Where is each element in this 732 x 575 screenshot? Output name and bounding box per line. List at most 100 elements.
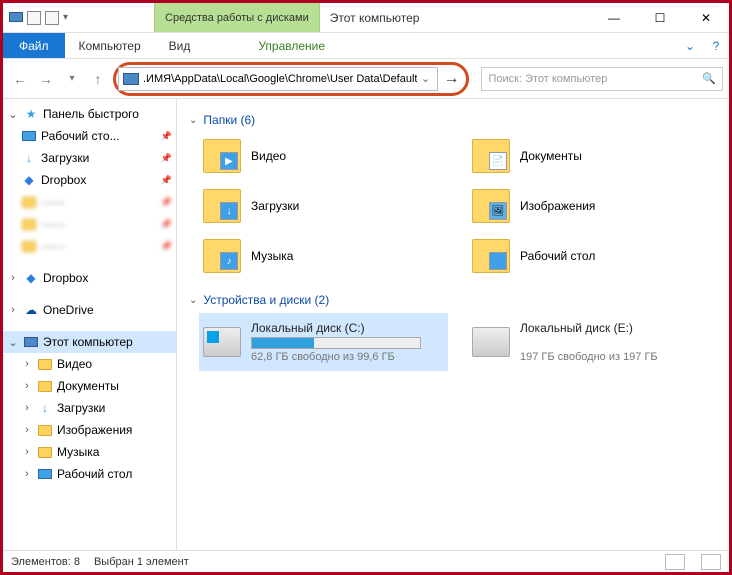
view-icons-button[interactable]	[701, 554, 721, 570]
tab-computer[interactable]: Компьютер	[65, 33, 155, 58]
explorer-body: ⌄ ★ Панель быстрого Рабочий сто... 📌 ↓ З…	[3, 99, 729, 550]
chevron-right-icon[interactable]: ›	[7, 272, 19, 284]
sidebar-item-label: Музыка	[57, 445, 172, 459]
quick-access-toolbar: ▾	[3, 3, 74, 32]
address-go-button[interactable]: →	[438, 66, 464, 92]
folder-icon	[37, 422, 53, 438]
folder-documents[interactable]: 📄 Документы	[468, 133, 717, 179]
chevron-down-icon[interactable]: ⌄	[7, 336, 19, 349]
folder-label: Рабочий стол	[520, 249, 595, 263]
sidebar-item-label: ——	[41, 217, 157, 231]
minimize-button[interactable]: —	[591, 3, 637, 33]
drive-c[interactable]: Локальный диск (C:) 62,8 ГБ свободно из …	[199, 313, 448, 371]
folder-icon	[21, 194, 37, 210]
desktop-icon	[37, 466, 53, 482]
drive-usage-bar	[251, 337, 421, 349]
sidebar-item-label: Рабочий стол	[57, 467, 172, 481]
sidebar-pictures[interactable]: › Изображения	[3, 419, 176, 441]
chevron-right-icon[interactable]: ›	[21, 358, 33, 370]
sidebar-item-label: Видео	[57, 357, 172, 371]
pin-icon: 📌	[161, 219, 172, 230]
sidebar-item-blurred[interactable]: —— 📌	[3, 213, 176, 235]
folder-video[interactable]: ▶ Видео	[199, 133, 448, 179]
ribbon-collapse[interactable]: ⌄	[677, 33, 703, 58]
desktop-icon	[21, 128, 37, 144]
sidebar-item-blurred[interactable]: —— 📌	[3, 235, 176, 257]
nav-back[interactable]: ←	[9, 68, 31, 90]
folder-icon: 🖼	[472, 189, 510, 223]
chevron-down-icon[interactable]: ⌄	[7, 108, 19, 121]
sidebar-quick-access[interactable]: ⌄ ★ Панель быстрого	[3, 103, 176, 125]
chevron-right-icon[interactable]: ›	[21, 380, 33, 392]
help-button[interactable]: ?	[703, 33, 729, 58]
pin-icon: 📌	[161, 153, 172, 164]
search-input[interactable]: Поиск: Этот компьютер 🔍	[481, 67, 723, 91]
address-dropdown[interactable]: ⌄	[417, 72, 433, 85]
group-title: Устройства и диски (2)	[203, 293, 329, 307]
tab-manage[interactable]: Управление	[244, 33, 339, 58]
folder-desktop[interactable]: Рабочий стол	[468, 233, 717, 279]
nav-forward[interactable]: →	[35, 68, 57, 90]
folders-grid: ▶ Видео 📄 Документы ↓ Загрузки 🖼 Изображ…	[199, 133, 717, 279]
address-icon	[123, 73, 139, 85]
sidebar-this-pc[interactable]: ⌄ Этот компьютер	[3, 331, 176, 353]
address-input[interactable]: .ИМЯ\AppData\Local\Google\Chrome\User Da…	[118, 67, 438, 91]
nav-up[interactable]: ↑	[87, 68, 109, 90]
drive-name: Локальный диск (C:)	[251, 321, 421, 335]
sidebar-item-label: Рабочий сто...	[41, 129, 157, 143]
tab-view[interactable]: Вид	[155, 33, 205, 58]
dropbox-icon: ◆	[21, 172, 37, 188]
dropbox-icon: ◆	[23, 270, 39, 286]
view-details-button[interactable]	[665, 554, 685, 570]
maximize-button[interactable]: ☐	[637, 3, 683, 33]
pin-icon: 📌	[161, 131, 172, 142]
folder-label: Музыка	[251, 249, 293, 263]
folder-icon	[37, 444, 53, 460]
chevron-right-icon[interactable]: ›	[21, 402, 33, 414]
sidebar-item-label: ——	[41, 239, 157, 253]
group-header-drives[interactable]: ⌄ Устройства и диски (2)	[189, 293, 717, 307]
folder-downloads[interactable]: ↓ Загрузки	[199, 183, 448, 229]
sidebar-downloads[interactable]: ↓ Загрузки 📌	[3, 147, 176, 169]
chevron-right-icon[interactable]: ›	[21, 446, 33, 458]
chevron-down-icon: ⌄	[189, 115, 197, 126]
nav-history[interactable]: ▾	[61, 68, 83, 90]
drive-e[interactable]: Локальный диск (E:) 197 ГБ свободно из 1…	[468, 313, 717, 371]
folder-icon	[37, 378, 53, 394]
qat-button-1[interactable]	[27, 11, 41, 25]
chevron-right-icon[interactable]: ›	[21, 468, 33, 480]
folder-icon: ▶	[203, 139, 241, 173]
chevron-right-icon[interactable]: ›	[7, 304, 19, 316]
chevron-down-icon: ⌄	[189, 295, 197, 306]
sidebar-dropbox[interactable]: › ◆ Dropbox	[3, 267, 176, 289]
qat-button-2[interactable]	[45, 11, 59, 25]
folder-icon	[21, 216, 37, 232]
sidebar-documents[interactable]: › Документы	[3, 375, 176, 397]
file-tab[interactable]: Файл	[3, 33, 65, 58]
status-item-count: Элементов: 8	[11, 556, 80, 568]
sidebar-item-label: Dropbox	[41, 173, 157, 187]
folder-pictures[interactable]: 🖼 Изображения	[468, 183, 717, 229]
folder-label: Документы	[520, 149, 582, 163]
star-icon: ★	[23, 106, 39, 122]
content-pane: ⌄ Папки (6) ▶ Видео 📄 Документы ↓ Загруз…	[177, 99, 729, 550]
folder-music[interactable]: ♪ Музыка	[199, 233, 448, 279]
sidebar-item-label: OneDrive	[43, 303, 172, 317]
sidebar-desktop2[interactable]: › Рабочий стол	[3, 463, 176, 485]
sidebar-desktop[interactable]: Рабочий сто... 📌	[3, 125, 176, 147]
qat-dropdown[interactable]: ▾	[63, 12, 68, 23]
group-header-folders[interactable]: ⌄ Папки (6)	[189, 113, 717, 127]
ribbon-tabs: Файл Компьютер Вид Управление ⌄ ?	[3, 33, 729, 59]
close-button[interactable]: ✕	[683, 3, 729, 33]
sidebar-downloads2[interactable]: › ↓ Загрузки	[3, 397, 176, 419]
chevron-right-icon[interactable]: ›	[21, 424, 33, 436]
sidebar-item-blurred[interactable]: —— 📌	[3, 191, 176, 213]
pin-icon: 📌	[161, 175, 172, 186]
sidebar-music[interactable]: › Музыка	[3, 441, 176, 463]
sidebar-onedrive[interactable]: › ☁ OneDrive	[3, 299, 176, 321]
group-title: Папки (6)	[203, 113, 255, 127]
sidebar-video[interactable]: › Видео	[3, 353, 176, 375]
sidebar-dropbox-pinned[interactable]: ◆ Dropbox 📌	[3, 169, 176, 191]
sidebar-item-label: Изображения	[57, 423, 172, 437]
sidebar-item-label: ——	[41, 195, 157, 209]
